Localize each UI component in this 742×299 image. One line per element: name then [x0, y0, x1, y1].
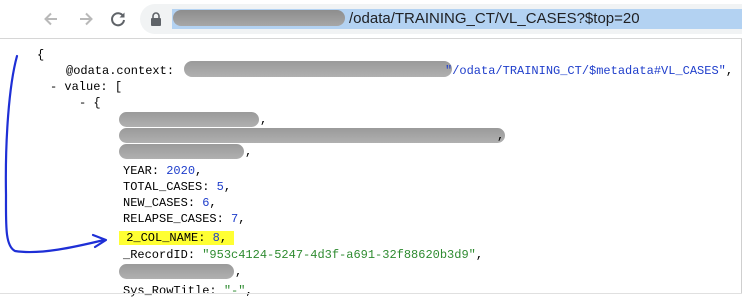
field-total-cases-value: 5: [216, 180, 224, 194]
redacted-context-host: [184, 61, 452, 77]
item-toggle[interactable]: - {: [79, 95, 101, 111]
redacted-field-2: [119, 128, 505, 143]
address-bar[interactable]: /odata/TRAINING_CT/VL_CASES?$top=20: [140, 4, 742, 34]
field-year: YEAR: 2020,: [123, 164, 203, 178]
reload-button[interactable]: [106, 7, 130, 31]
comma-1: ,: [260, 113, 268, 127]
value-key: value: [: [64, 80, 123, 94]
field-new-cases-value: 6: [202, 196, 210, 210]
field-year-value: 2020: [166, 164, 196, 178]
field-sys-row-title-value: "-": [223, 284, 246, 298]
field-new-cases: NEW_CASES: 6,: [123, 196, 217, 210]
field-record-id: _RecordID: "953c4124-5247-4d3f-a691-32f8…: [123, 248, 484, 262]
comma-3: ,: [245, 145, 253, 159]
field-total-cases-key: TOTAL_CASES: [123, 180, 203, 194]
forward-button[interactable]: [74, 7, 98, 31]
context-value-line: "/odata/TRAINING_CT/$metadata#VL_CASES",: [445, 64, 734, 78]
field-new-cases-key: NEW_CASES: [123, 196, 188, 210]
context-key: @odata.context:: [66, 64, 182, 78]
redacted-field-4: [119, 264, 234, 279]
field-relapse-cases-key: RELAPSE_CASES: [123, 212, 217, 226]
context-value-text: /odata/TRAINING_CT/$metadata#VL_CASES: [452, 64, 719, 78]
json-open-brace: {: [37, 48, 45, 62]
json-viewer: { @odata.context: "/odata/TRAINING_CT/$m…: [0, 39, 742, 298]
redacted-field-1: [119, 112, 259, 127]
url-path: /odata/TRAINING_CT/VL_CASES?$top=20: [349, 10, 640, 27]
back-arrow-icon: [44, 12, 57, 26]
value-line: - value: [: [50, 79, 122, 95]
forward-arrow-icon: [80, 12, 93, 26]
field-record-id-value: "953c4124-5247-4d3f-a691-32f88620b3d9": [202, 248, 476, 262]
field-relapse-cases: RELAPSE_CASES: 7,: [123, 212, 246, 226]
comma-4: ,: [235, 265, 243, 279]
field-2-col-name-key: 2_COL_NAME: [126, 231, 199, 245]
context-value-link[interactable]: "/odata/TRAINING_CT/$metadata#VL_CASES": [445, 64, 726, 78]
context-line: @odata.context:: [66, 63, 181, 79]
field-sys-row-title: Sys_RowTitle: "-",: [123, 284, 253, 298]
highlighted-field: 2_COL_NAME: 8,: [119, 231, 235, 245]
field-total-cases: TOTAL_CASES: 5,: [123, 180, 232, 194]
field-year-key: YEAR: [123, 164, 152, 178]
value-collapse-toggle[interactable]: -: [50, 80, 64, 94]
field-record-id-key: _RecordID: [123, 248, 188, 262]
field-2-col-name: 2_COL_NAME: 8,: [119, 230, 235, 246]
field-2-col-name-value: 8: [212, 231, 220, 245]
back-button[interactable]: [39, 7, 63, 31]
redacted-host: [173, 10, 345, 26]
reload-icon: [111, 12, 125, 27]
field-relapse-cases-value: 7: [231, 212, 239, 226]
comma-2: ,: [497, 129, 505, 143]
lock-icon: [150, 12, 162, 31]
browser-toolbar: /odata/TRAINING_CT/VL_CASES?$top=20: [0, 0, 742, 39]
redacted-field-3: [119, 144, 244, 159]
field-sys-row-title-key: Sys_RowTitle: [123, 284, 210, 298]
